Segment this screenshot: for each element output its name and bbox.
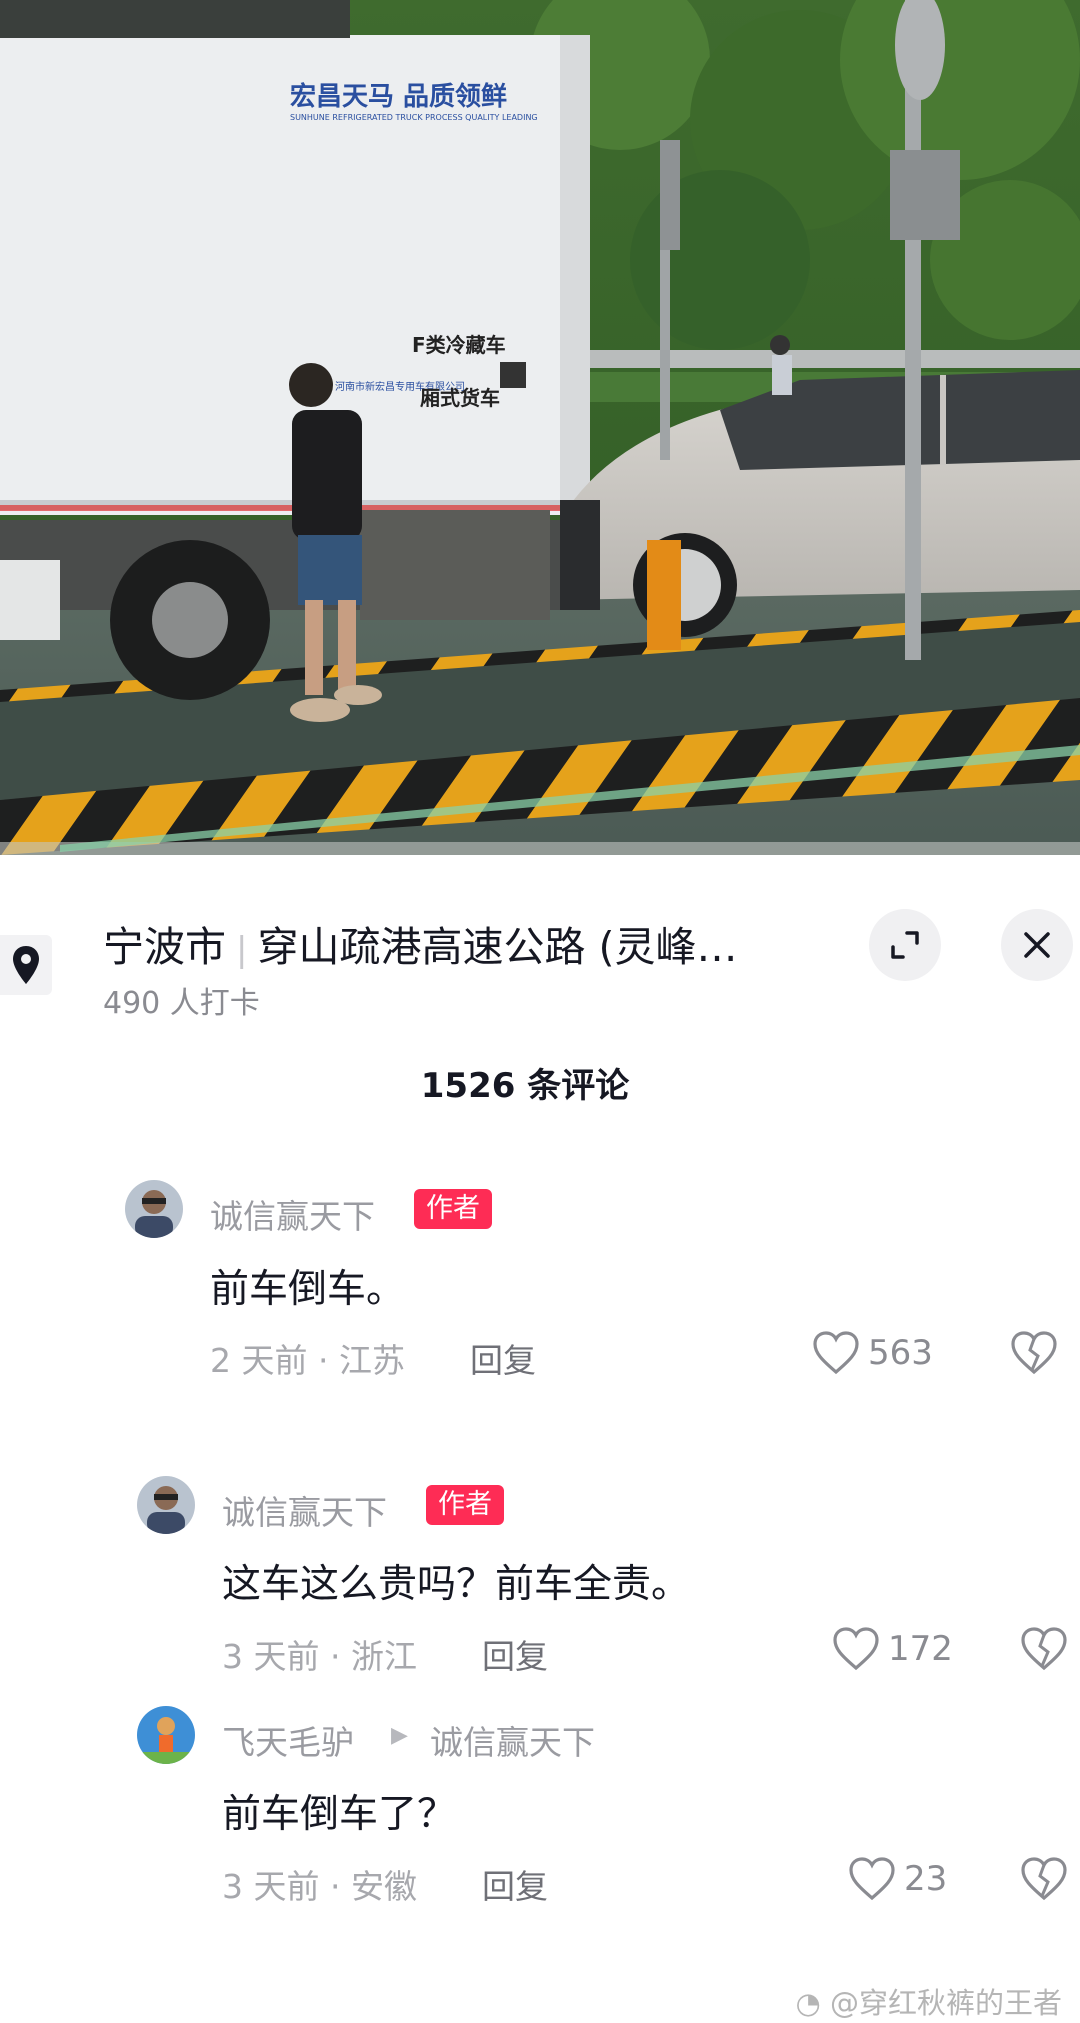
broken-heart-icon <box>1021 1857 1067 1901</box>
close-icon <box>1024 932 1050 958</box>
author-badge: 作者 <box>426 1485 504 1525</box>
comment-count: 1526 条评论 <box>420 1066 630 1106</box>
checkin-count: 490 人打卡 <box>103 986 260 1021</box>
video-frame[interactable]: 宏昌天马 品质领鲜 SUNHUNE REFRIGERATED TRUCK PRO… <box>0 0 1080 855</box>
dislike-button[interactable] <box>1020 1626 1068 1676</box>
comment-text[interactable]: 前车倒车了？ <box>222 1783 456 1839</box>
dislike-button[interactable] <box>1010 1330 1058 1380</box>
heart-icon <box>833 1627 879 1671</box>
truck-brand: 宏昌天马 品质领鲜 <box>290 81 507 112</box>
location-city: 宁波市 <box>103 923 226 971</box>
broken-heart-icon <box>1011 1331 1057 1375</box>
reply-button[interactable]: 回复 <box>482 1860 548 1908</box>
divider: | <box>236 930 248 970</box>
comment-username[interactable]: 诚信赢天下 <box>210 1190 375 1238</box>
comment-username[interactable]: 诚信赢天下 <box>222 1486 387 1534</box>
like-count: 23 <box>904 1859 948 1899</box>
dislike-button[interactable] <box>1020 1856 1068 1906</box>
broken-heart-icon <box>1021 1627 1067 1671</box>
reply-button[interactable]: 回复 <box>482 1630 548 1678</box>
watermark-text: @穿红秋裤的王者 <box>829 1986 1062 2020</box>
reply-to-username[interactable]: 诚信赢天下 <box>430 1716 595 1764</box>
avatar[interactable] <box>137 1476 195 1534</box>
expand-button[interactable] <box>869 909 941 981</box>
like-button[interactable]: 172 <box>832 1626 953 1672</box>
location-title[interactable]: 宁波市 | 穿山疏港高速公路 (灵峰… <box>103 913 738 973</box>
comment-meta: 2 天前 · 江苏 <box>210 1341 405 1380</box>
location-place: 穿山疏港高速公路 (灵峰… <box>257 923 738 971</box>
location-pin-icon[interactable] <box>0 935 52 995</box>
avatar[interactable] <box>125 1180 183 1238</box>
heart-icon <box>813 1331 859 1375</box>
reply-arrow-icon: ▶ <box>391 1723 408 1748</box>
truck-type-2: 厢式货车 <box>420 386 500 410</box>
like-button[interactable]: 23 <box>848 1856 947 1902</box>
comment-username[interactable]: 飞天毛驴 <box>222 1716 354 1764</box>
comment-text[interactable]: 前车倒车。 <box>210 1258 405 1314</box>
comment-meta: 3 天前 · 浙江 <box>222 1637 417 1676</box>
reply-button[interactable]: 回复 <box>470 1334 536 1382</box>
author-badge: 作者 <box>414 1189 492 1229</box>
watermark: ◔ @穿红秋裤的王者 <box>795 1980 1062 2022</box>
like-count: 563 <box>868 1333 933 1373</box>
like-button[interactable]: 563 <box>812 1330 933 1376</box>
close-button[interactable] <box>1001 909 1073 981</box>
weibo-icon: ◔ <box>795 1986 830 2020</box>
truck-brand-en: SUNHUNE REFRIGERATED TRUCK PROCESS QUALI… <box>290 113 538 122</box>
like-count: 172 <box>888 1629 953 1669</box>
comment-text[interactable]: 这车这么贵吗？前车全责。 <box>222 1553 690 1609</box>
heart-icon <box>849 1857 895 1901</box>
expand-icon <box>891 931 919 959</box>
comment-meta: 3 天前 · 安徽 <box>222 1867 417 1906</box>
truck-type: F类冷藏车 <box>412 333 506 357</box>
avatar[interactable] <box>137 1706 195 1764</box>
